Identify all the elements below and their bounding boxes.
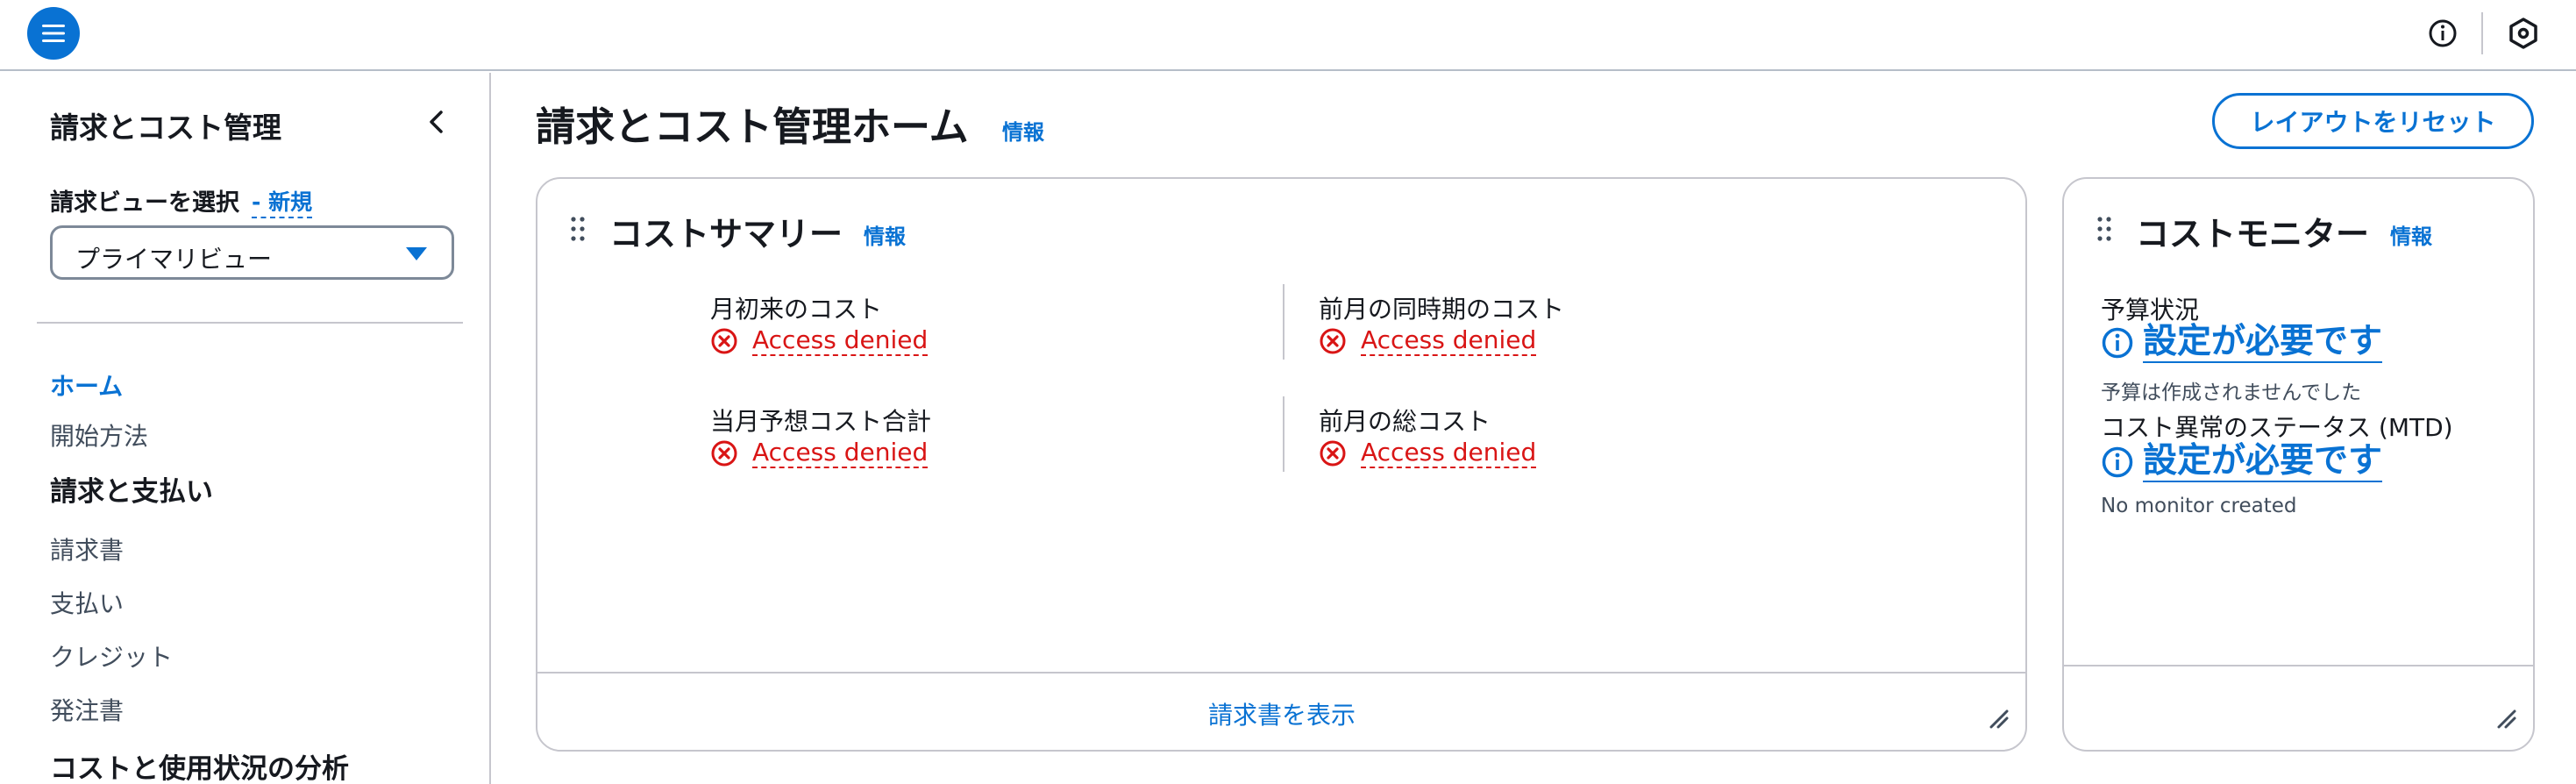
error-icon [1320,440,1346,467]
prev-month-total-cost-status: Access denied [1319,438,1537,468]
budget-status-label: 予算状況 [2101,296,2200,324]
caret-down-icon [406,247,427,260]
side-navigation: 請求とコスト管理 請求ビューを選択 - 新規 プライマリビュー ホーム 開始方法… [0,73,491,784]
hamburger-menu-icon[interactable] [27,7,80,60]
page-info-link[interactable]: 情報 [1002,115,1044,146]
drag-handle-icon[interactable] [570,216,586,242]
access-denied-text[interactable]: Access denied [1361,326,1537,356]
menu-lines [42,25,65,42]
resize-handle-icon[interactable] [2495,708,2518,731]
error-icon [1320,328,1346,354]
info-circle-icon [2102,327,2133,359]
sidebar-title: 請求とコスト管理 [50,110,281,145]
sidebar-divider [37,322,463,324]
cost-summary-info-link[interactable]: 情報 [864,219,906,250]
anomaly-setup-required-link[interactable]: 設定が必要です [2101,442,2383,482]
sidebar-item-purchase-orders[interactable]: 発注書 [50,692,124,727]
anomaly-note: No monitor created [2101,495,2297,517]
prev-month-total-cost-label: 前月の総コスト [1319,407,1491,436]
forecast-total-cost-status: Access denied [710,438,929,468]
metric-divider [1283,396,1284,472]
sidebar-section-cost-analysis: コストと使用状況の分析 [50,753,349,784]
budget-setup-required-link[interactable]: 設定が必要です [2101,323,2383,363]
sidebar-item-credits[interactable]: クレジット [50,638,173,674]
anomaly-status-text[interactable]: 設定が必要です [2143,442,2383,482]
drag-handle-icon[interactable] [2096,216,2112,242]
new-billing-view-link[interactable]: - 新規 [252,185,313,218]
sidebar-item-getting-started[interactable]: 開始方法 [50,417,148,453]
view-invoices-link[interactable]: 請求書を表示 [1208,696,1356,731]
error-icon [711,440,737,467]
access-denied-text[interactable]: Access denied [752,438,929,468]
resize-handle-icon[interactable] [1988,708,2010,731]
sidebar-item-invoices[interactable]: 請求書 [50,531,124,567]
sidebar-item-payments[interactable]: 支払い [50,585,124,620]
info-circle-icon[interactable] [2427,18,2459,49]
info-circle-icon [2102,446,2133,478]
page-title: 請求とコスト管理ホーム [536,103,969,150]
cost-monitor-card: コストモニター 情報 予算状況 設定が必要です 予算は作成されませんでした コス… [2062,177,2535,752]
mtd-cost-label: 月初来のコスト [710,295,883,324]
budget-status-text[interactable]: 設定が必要です [2143,323,2383,363]
sidebar-item-home[interactable]: ホーム [50,367,123,403]
billing-view-label: 請求ビューを選択 [50,189,239,217]
anomaly-status-label: コスト異常のステータス (MTD) [2101,413,2453,442]
billing-view-select[interactable]: プライマリビュー [50,225,454,280]
hexagon-settings-icon[interactable] [2506,16,2541,51]
prev-month-same-period-cost-label: 前月の同時期のコスト [1319,295,1565,324]
budget-note: 予算は作成されませんでした [2101,381,2362,404]
card-footer-divider [2064,665,2533,666]
chevron-left-icon[interactable] [421,106,452,138]
forecast-total-cost-label: 当月予想コスト合計 [710,407,932,436]
top-navigation-bar [0,0,2576,71]
cost-monitor-title: コストモニター [2136,215,2370,253]
prev-month-same-period-cost-status: Access denied [1319,326,1537,356]
access-denied-text[interactable]: Access denied [1361,438,1537,468]
error-icon [711,328,737,354]
sidebar-section-billing-payments: 請求と支払い [50,476,213,508]
access-denied-text[interactable]: Access denied [752,326,929,356]
mtd-cost-status: Access denied [710,326,929,356]
reset-layout-button[interactable]: レイアウトをリセット [2212,93,2534,149]
billing-view-selected-value: プライマリビュー [75,245,273,274]
cost-summary-title: コストサマリー [609,215,843,253]
topbar-divider [2481,12,2483,54]
cost-monitor-info-link[interactable]: 情報 [2390,219,2432,250]
metric-divider [1283,284,1284,360]
card-footer-divider [537,672,2025,674]
cost-summary-card: コストサマリー 情報 月初来のコスト Access denied 前月の同時期の… [536,177,2027,752]
